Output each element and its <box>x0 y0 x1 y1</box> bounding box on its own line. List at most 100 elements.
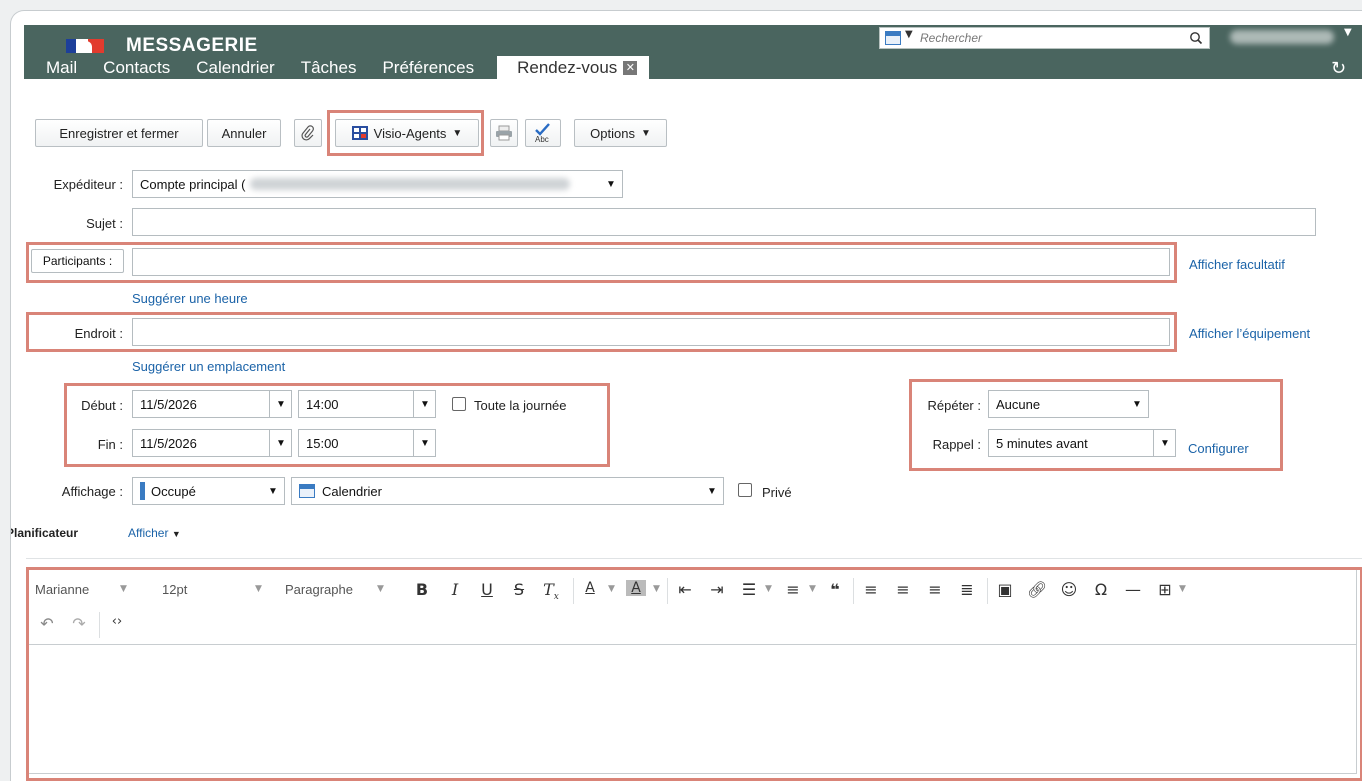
location-input[interactable] <box>132 318 1170 346</box>
tab-calendar[interactable]: Calendrier <box>183 56 287 79</box>
participants-input[interactable] <box>132 248 1170 276</box>
chevron-down-icon[interactable]: ▼ <box>413 430 435 456</box>
options-button[interactable]: Options ▼ <box>574 119 667 147</box>
sender-select[interactable]: Compte principal ( ▼ <box>132 170 623 198</box>
align-right-icon[interactable]: ≡ <box>925 580 945 599</box>
redo-icon[interactable]: ↷ <box>69 614 89 633</box>
suggest-time-link[interactable]: Suggérer une heure <box>132 291 248 306</box>
start-time-input[interactable]: 14:00 ▼ <box>298 390 436 418</box>
align-center-icon[interactable]: ≡ <box>893 580 913 599</box>
calendar-select[interactable]: Calendrier ▼ <box>291 477 724 505</box>
blockquote-icon[interactable]: ❝ <box>825 580 845 599</box>
cancel-button[interactable]: Annuler <box>207 119 281 147</box>
font-family-select[interactable]: Marianne <box>35 582 89 597</box>
chevron-down-icon[interactable]: ▼ <box>413 391 435 417</box>
refresh-icon[interactable]: ↻ <box>1331 58 1346 79</box>
align-left-icon[interactable]: ≡ <box>861 580 881 599</box>
visio-agents-button[interactable]: Visio-Agents ▼ <box>335 119 479 147</box>
bullet-list-icon[interactable]: ☰ <box>739 580 759 599</box>
attachment-button[interactable] <box>294 119 322 147</box>
emoji-icon[interactable]: ☺ <box>1059 580 1079 599</box>
chevron-down-icon[interactable]: ▼ <box>653 584 660 594</box>
editor-body[interactable] <box>27 645 1356 773</box>
all-day-checkbox[interactable] <box>452 397 466 411</box>
show-equipment-link[interactable]: Afficher l’équipement <box>1189 326 1310 341</box>
configure-link[interactable]: Configurer <box>1188 441 1249 456</box>
search-type-caret-icon[interactable]: ▼ <box>905 29 913 40</box>
calendar-search-type-icon[interactable] <box>885 31 901 45</box>
app-window: MESSAGERIE ▼ ▼ Mail Contacts Calendrier … <box>10 10 1362 781</box>
subject-input[interactable] <box>132 208 1316 236</box>
chevron-down-icon[interactable]: ▼ <box>269 430 291 456</box>
end-time-input[interactable]: 15:00 ▼ <box>298 429 436 457</box>
indent-icon[interactable]: ⇥ <box>707 580 727 599</box>
text-color-icon[interactable]: A <box>580 580 600 596</box>
chevron-down-icon[interactable]: ▼ <box>608 584 615 594</box>
chevron-down-icon[interactable]: ▼ <box>120 584 127 594</box>
search-box: ▼ <box>879 27 1210 49</box>
numbered-list-icon[interactable]: ≡ <box>783 580 803 599</box>
print-button[interactable] <box>490 119 518 147</box>
reminder-select[interactable]: 5 minutes avant ▼ <box>988 429 1176 457</box>
editor-toolbar: Marianne ▼ 12pt ▼ Paragraphe ▼ B I U S T… <box>27 568 1356 645</box>
italic-icon[interactable]: I <box>445 580 465 599</box>
horizontal-rule-icon[interactable]: — <box>1123 580 1143 599</box>
tab-tasks[interactable]: Tâches <box>288 56 370 79</box>
chevron-down-icon: ▼ <box>640 127 651 139</box>
highlight-color-icon[interactable]: A <box>626 580 646 596</box>
user-menu-caret-icon[interactable]: ▼ <box>1344 27 1352 38</box>
repeat-select[interactable]: Aucune ▼ <box>988 390 1149 418</box>
special-char-icon[interactable]: Ω <box>1091 580 1111 599</box>
close-icon[interactable]: ✕ <box>623 60 638 75</box>
tab-contacts[interactable]: Contacts <box>90 56 183 79</box>
chevron-down-icon[interactable]: ▼ <box>809 584 816 594</box>
display-select[interactable]: Occupé ▼ <box>132 477 285 505</box>
save-close-button[interactable]: Enregistrer et fermer <box>35 119 203 147</box>
participants-button[interactable]: Participants : <box>31 249 124 273</box>
chevron-down-icon[interactable]: ▼ <box>262 478 284 504</box>
source-code-icon[interactable]: ‹› <box>107 614 127 629</box>
chevron-down-icon[interactable]: ▼ <box>1179 584 1186 594</box>
image-icon[interactable]: ▣ <box>995 580 1015 599</box>
spellcheck-button[interactable]: Abc <box>525 119 561 147</box>
divider <box>26 558 1362 559</box>
app-title: MESSAGERIE <box>126 35 258 56</box>
private-checkbox[interactable] <box>738 483 752 497</box>
chevron-down-icon[interactable]: ▼ <box>269 391 291 417</box>
search-icon[interactable] <box>1189 31 1203 45</box>
clear-format-icon[interactable]: Tx <box>541 580 561 602</box>
suggest-location-link[interactable]: Suggérer un emplacement <box>132 359 285 374</box>
show-optional-link[interactable]: Afficher facultatif <box>1189 257 1285 272</box>
block-format-select[interactable]: Paragraphe <box>285 582 353 597</box>
scheduler-show-link[interactable]: Afficher ▼ <box>128 526 181 540</box>
search-input[interactable] <box>920 29 1160 47</box>
repeat-label: Répéter : <box>927 398 981 413</box>
chevron-down-icon[interactable]: ▼ <box>1126 391 1148 417</box>
printer-icon <box>496 125 512 141</box>
subject-label: Sujet : <box>86 216 123 231</box>
chevron-down-icon[interactable]: ▼ <box>600 171 622 197</box>
end-time-value: 15:00 <box>306 435 339 451</box>
tab-mail[interactable]: Mail <box>24 56 90 79</box>
bold-icon[interactable]: B <box>412 580 432 599</box>
link-icon[interactable]: 🔗︎ <box>1027 580 1047 599</box>
underline-icon[interactable]: U <box>477 580 497 599</box>
chevron-down-icon[interactable]: ▼ <box>701 478 723 504</box>
align-justify-icon[interactable]: ≣ <box>957 580 977 599</box>
chevron-down-icon[interactable]: ▼ <box>1153 430 1175 456</box>
tab-preferences[interactable]: Préférences <box>369 56 487 79</box>
chevron-down-icon[interactable]: ▼ <box>255 584 262 594</box>
undo-icon[interactable]: ↶ <box>37 614 57 633</box>
tab-appointment[interactable]: Rendez-vous ✕ <box>497 56 650 79</box>
outdent-icon[interactable]: ⇤ <box>675 580 695 599</box>
chevron-down-icon[interactable]: ▼ <box>377 584 384 594</box>
strikethrough-icon[interactable]: S <box>509 580 529 599</box>
sender-email-blurred <box>249 178 570 190</box>
font-size-select[interactable]: 12pt <box>162 582 187 597</box>
user-name-blurred[interactable] <box>1230 30 1334 44</box>
display-value: Occupé <box>151 483 196 499</box>
table-icon[interactable]: ⊞ <box>1155 580 1175 599</box>
chevron-down-icon[interactable]: ▼ <box>765 584 772 594</box>
start-date-input[interactable]: 11/5/2026 ▼ <box>132 390 292 418</box>
end-date-input[interactable]: 11/5/2026 ▼ <box>132 429 292 457</box>
